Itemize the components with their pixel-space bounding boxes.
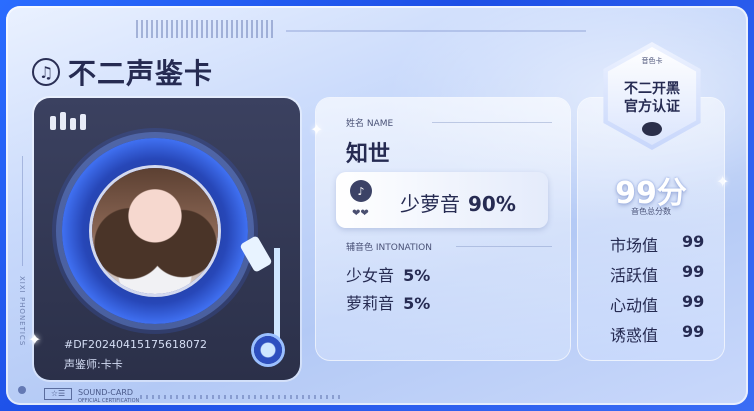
- main-voice: 少萝音 90%: [400, 188, 516, 217]
- footer-title: SOUND-CARD: [78, 388, 134, 397]
- card-author: 声鉴师:卡卡: [64, 358, 123, 371]
- badge-line2: 官方认证: [624, 99, 680, 115]
- name-value: 知世: [346, 142, 391, 167]
- aux-voice: 少女音 5%: [346, 262, 430, 286]
- vinyl-disc: [62, 138, 248, 324]
- page-title: 不二声鉴卡: [68, 57, 214, 90]
- aux-voice-label: 萝莉音: [346, 294, 395, 313]
- stat-label: 诱惑值: [610, 326, 659, 345]
- aux-voice-percent: 5%: [403, 266, 431, 285]
- divider: [286, 30, 586, 32]
- footer-text: SOUND-CARD OFFICIAL CERTIFICATION: [78, 388, 139, 406]
- card-serial: #DF20240415175618072: [64, 338, 207, 351]
- stat-value: 99: [682, 232, 705, 251]
- stat-value: 99: [682, 262, 705, 281]
- voice-icon: ♪: [350, 180, 372, 202]
- title-row: ♫ 不二声鉴卡: [32, 52, 213, 92]
- name-label: 姓名 NAME: [346, 119, 394, 129]
- divider: [456, 246, 552, 247]
- profile-panel: 姓名 NAME 知世 ♪ ❤❤ 少萝音 90% 辅音色 INTONATION 少女…: [316, 98, 570, 360]
- decorative-barcode: [136, 20, 276, 38]
- total-score-label: 音色总分数: [631, 207, 671, 216]
- side-dot: [18, 386, 26, 394]
- aux-label: 辅音色 INTONATION: [346, 243, 432, 253]
- record-player: #DF20240415175618072 声鉴师:卡卡: [34, 98, 300, 380]
- mascot-icon: [642, 122, 662, 136]
- stat-label: 活跃值: [610, 266, 659, 285]
- main-voice-box: ♪ ❤❤ 少萝音 90%: [336, 172, 548, 228]
- aux-voice-label: 少女音: [346, 266, 395, 285]
- footer-subtitle: OFFICIAL CERTIFICATION: [78, 398, 140, 404]
- badge-line1: 不二开黑: [624, 81, 680, 97]
- badge-tag: 音色卡: [641, 57, 663, 65]
- equalizer-icon: [50, 112, 86, 130]
- decorative-strip: [140, 395, 340, 399]
- avatar: [92, 168, 218, 294]
- side-text: XIXI PHONETICS: [18, 276, 26, 347]
- tonearm-knob: [254, 336, 282, 364]
- aux-voice-percent: 5%: [403, 294, 431, 313]
- side-divider: [22, 156, 23, 266]
- sparkle-icon: ✦: [28, 330, 42, 349]
- heart-icon: ❤❤: [352, 208, 369, 219]
- main-voice-percent: 90%: [468, 192, 516, 216]
- stat-value: 99: [682, 322, 705, 341]
- divider: [432, 122, 552, 123]
- main-voice-label: 少萝音: [400, 192, 460, 216]
- stat-label: 市场值: [610, 236, 659, 255]
- stat-value: 99: [682, 292, 705, 311]
- music-note-icon: ♫: [32, 58, 60, 86]
- stat-label: 心动值: [610, 296, 659, 315]
- aux-voice: 萝莉音 5%: [346, 290, 430, 314]
- footer-logo: ☆☰: [44, 388, 72, 400]
